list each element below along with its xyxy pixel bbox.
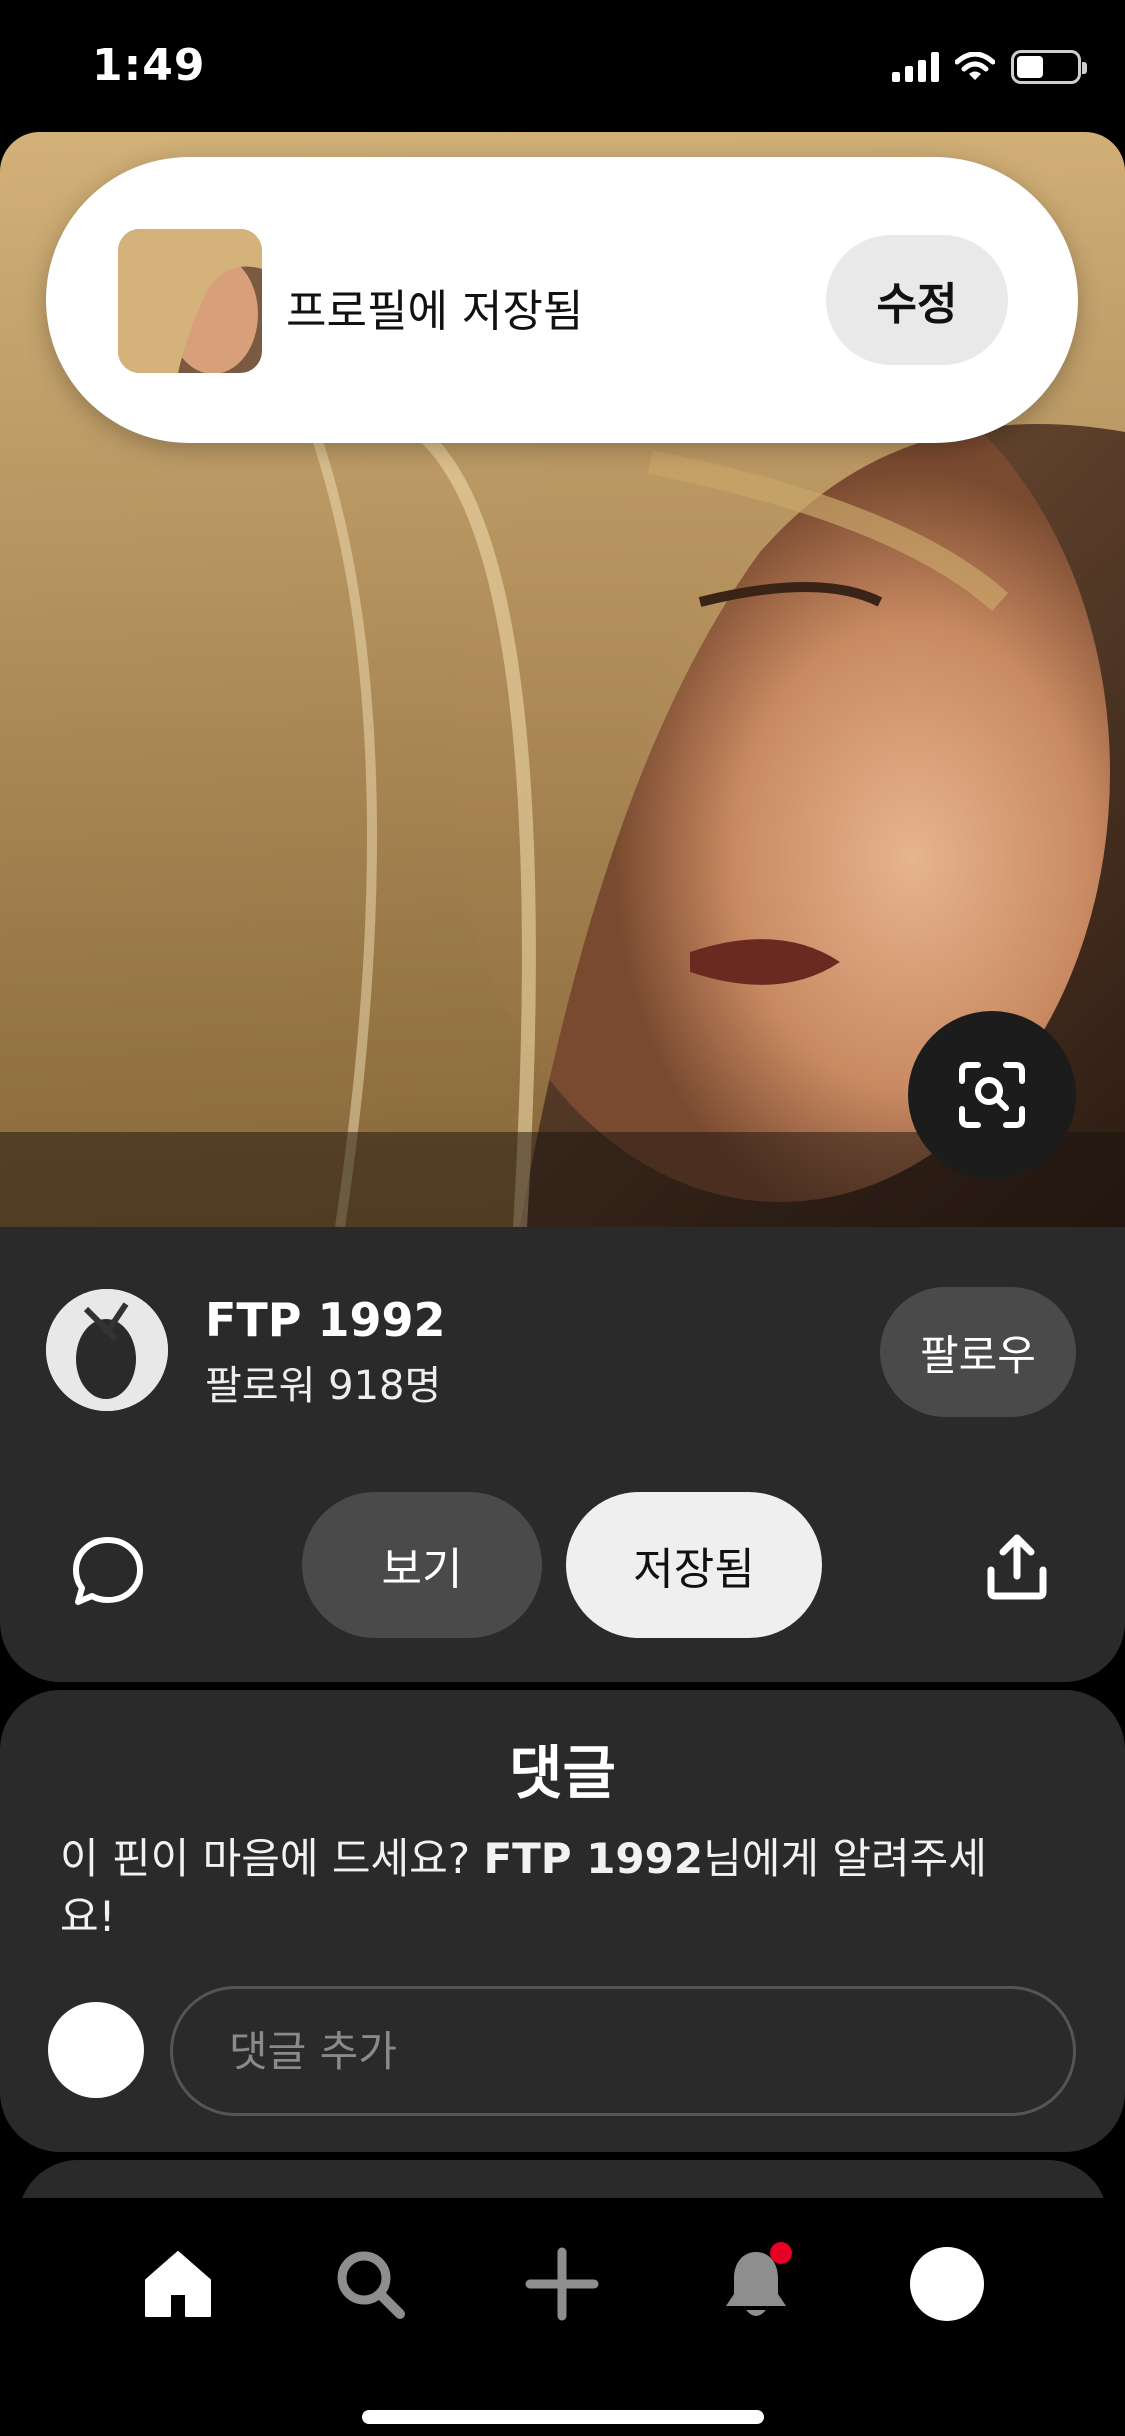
battery-icon <box>1011 50 1087 84</box>
bottom-nav <box>0 2198 1125 2436</box>
comment-icon[interactable] <box>68 1532 148 1612</box>
follower-count: 팔로워 918명 <box>205 1363 442 1409</box>
lens-search-icon <box>959 1062 1025 1128</box>
saved-toast: 프로필에 저장됨 수정 <box>46 157 1078 443</box>
status-icons <box>892 50 1087 84</box>
prompt-creator-name: FTP 1992 <box>483 1834 704 1883</box>
home-icon <box>145 2251 211 2317</box>
plus-icon <box>525 2247 599 2321</box>
edit-button[interactable]: 수정 <box>826 235 1008 365</box>
my-avatar <box>48 2002 144 2098</box>
comments-title: 댓글 <box>509 1739 616 1807</box>
creator-name[interactable]: FTP 1992 <box>205 1293 446 1347</box>
profile-avatar <box>910 2247 984 2321</box>
home-indicator <box>362 2410 764 2424</box>
nav-home[interactable] <box>128 2234 228 2334</box>
nav-profile[interactable] <box>897 2234 997 2334</box>
comment-input[interactable] <box>170 1986 1076 2116</box>
visual-search-button[interactable] <box>908 1011 1076 1179</box>
view-button[interactable]: 보기 <box>302 1492 542 1638</box>
follow-button[interactable]: 팔로우 <box>880 1287 1076 1417</box>
pin-info-panel: FTP 1992 팔로워 918명 팔로우 보기 저장됨 <box>0 1227 1125 1682</box>
status-time: 1:49 <box>92 40 206 91</box>
nav-search[interactable] <box>320 2234 420 2334</box>
comments-prompt: 이 핀이 마음에 드세요? FTP 1992님에게 알려주세요! <box>60 1830 1040 1946</box>
cellular-signal-icon <box>892 52 939 82</box>
share-icon[interactable] <box>985 1532 1049 1602</box>
notification-badge <box>770 2242 792 2264</box>
toast-message: 프로필에 저장됨 <box>286 286 584 337</box>
saved-button[interactable]: 저장됨 <box>566 1492 822 1638</box>
prompt-text-before: 이 핀이 마음에 드세요? <box>60 1834 484 1883</box>
search-icon <box>337 2251 405 2319</box>
status-bar: 1:49 <box>0 0 1125 132</box>
toast-thumbnail <box>118 229 262 373</box>
wifi-icon <box>955 52 995 80</box>
nav-notifications[interactable] <box>706 2234 806 2334</box>
comments-panel: 댓글 이 핀이 마음에 드세요? FTP 1992님에게 알려주세요! <box>0 1690 1125 2152</box>
creator-avatar[interactable] <box>46 1289 168 1411</box>
nav-create[interactable] <box>512 2234 612 2334</box>
